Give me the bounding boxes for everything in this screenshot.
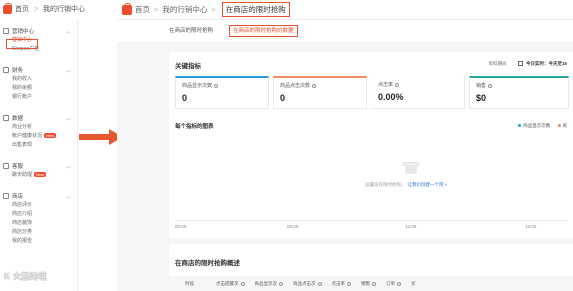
- help-icon[interactable]: [372, 281, 376, 286]
- metric-impressions[interactable]: 商品显示次数 0: [175, 76, 269, 109]
- sidebar-group-title[interactable]: 数据 ︿: [3, 113, 77, 123]
- sidebar-item-business-insights[interactable]: 商业分析: [3, 123, 77, 132]
- legend-dot: [518, 124, 522, 128]
- tab-flash-sale[interactable]: 在商店的限时抢购: [169, 25, 213, 37]
- chart-icon: [3, 115, 9, 121]
- chevron-up-icon[interactable]: ︿: [66, 163, 71, 170]
- shopee-logo-icon: [3, 2, 12, 14]
- wallet-icon: [3, 67, 9, 73]
- x-tick: 06:00: [287, 224, 299, 229]
- calendar-icon: [517, 61, 523, 67]
- sidebar-item-income[interactable]: 我的收入: [3, 75, 77, 84]
- help-icon[interactable]: [488, 83, 493, 88]
- chart-title: 每个指标的图表: [175, 124, 214, 130]
- breadcrumb-home[interactable]: 首页: [135, 4, 150, 15]
- left-breadcrumb: 首页 > 我的行销中心: [0, 0, 117, 18]
- x-tick: 00:00: [175, 224, 187, 229]
- watermark: K 大鹏跨境: [4, 272, 47, 281]
- main-screenshot-panel: 首页 > 我的行销中心 > 在商店的限时抢购 在商店的限时抢购 在商店的限时抢购…: [117, 0, 573, 291]
- sidebar-item-shop-category[interactable]: 商店分类: [3, 228, 77, 237]
- sidebar-item-bank-account[interactable]: 银行账户: [3, 93, 77, 102]
- sidebar-group-title[interactable]: 商店 ︿: [3, 191, 77, 201]
- column-header[interactable]: 商品点击次: [293, 281, 322, 287]
- metric-clicks[interactable]: 商品点击次数 0: [273, 76, 367, 109]
- help-icon[interactable]: [317, 281, 322, 286]
- left-screenshot-panel: 首页 > 我的行销中心 营销中心 ︿ 营销中心 Shopee广告 财务 ︿ 我的…: [0, 0, 117, 291]
- metric-sales[interactable]: 销售 $0: [469, 76, 569, 109]
- help-icon[interactable]: [312, 83, 317, 88]
- sidebar-item-my-reports[interactable]: 我的报告: [3, 237, 77, 246]
- sidebar-item-account-health[interactable]: 帐户健康状况 New: [3, 132, 77, 141]
- new-badge: New: [34, 172, 47, 178]
- legend-dot: [557, 124, 561, 128]
- new-badge: New: [44, 133, 57, 139]
- sidebar-item-shop-profile[interactable]: 商店介绍: [3, 210, 77, 219]
- breadcrumb-home[interactable]: 首页: [15, 6, 29, 13]
- help-icon[interactable]: [214, 83, 219, 88]
- highlight-box: [6, 39, 38, 49]
- sidebar-group-data: 数据 ︿ 商业分析 帐户健康状况 New 出售表现: [0, 113, 77, 150]
- chevron-up-icon[interactable]: ︿: [66, 193, 71, 200]
- create-flash-sale-link[interactable]: 让我们创建一个吧 »: [408, 182, 448, 187]
- sidebar-item-sales-performance[interactable]: 出售表现: [3, 141, 77, 150]
- sidebar-item-shop-rating[interactable]: 商店评价: [3, 201, 77, 210]
- column-header[interactable]: 买: [411, 281, 416, 287]
- help-icon[interactable]: [347, 281, 351, 286]
- x-tick: 18:00: [525, 224, 537, 229]
- sidebar: 营销中心 ︿ 营销中心 Shopee广告 财务 ︿ 我的收入 我的余额 银行账户…: [0, 20, 78, 291]
- breadcrumb-marketing[interactable]: 我的行销中心: [162, 4, 207, 15]
- legend-item[interactable]: 商: [563, 123, 568, 128]
- help-icon[interactable]: [279, 281, 283, 286]
- chevron-up-icon[interactable]: ︿: [66, 28, 71, 35]
- legend-item[interactable]: 商品显示次数: [523, 123, 550, 128]
- sidebar-group-title[interactable]: 财务 ︿: [3, 65, 77, 75]
- column-header[interactable]: 时段: [185, 281, 194, 287]
- column-header[interactable]: 点击提醒次: [216, 281, 245, 287]
- sidebar-item-shop-decoration[interactable]: 商店装饰: [3, 219, 77, 228]
- sidebar-group-shop: 商店 ︿ 商店评价 商店介绍 商店装饰 商店分类 我的报告: [0, 191, 77, 246]
- card-title: 在商店的限时抢购概述: [175, 260, 240, 267]
- column-header[interactable]: 销售: [361, 281, 376, 287]
- card-title: 关键指标: [175, 63, 201, 70]
- chart-x-axis: [175, 220, 567, 221]
- data-period[interactable]: 资料期间 今日实时：今天至15: [488, 61, 567, 67]
- empty-box-icon: [403, 161, 419, 175]
- column-header[interactable]: 商品显示次: [255, 281, 283, 287]
- metric-ctr[interactable]: 点击率 0.00%: [371, 76, 465, 109]
- tab-flash-sale-data[interactable]: 在商店的限时抢购的数据: [229, 25, 298, 37]
- table-header: 时段 点击提醒次 商品显示次 商品点击次 点击率 销售 订单 买: [169, 276, 573, 291]
- x-tick: 12:00: [405, 224, 417, 229]
- chevron-up-icon[interactable]: ︿: [66, 115, 71, 122]
- flash-sale-overview-card: 在商店的限时抢购概述 时段 点击提醒次 商品显示次 商品点击次 点击率 销售 订…: [169, 244, 573, 291]
- column-header[interactable]: 订单: [386, 281, 401, 287]
- column-header[interactable]: 点击率: [332, 281, 351, 287]
- empty-state-text: 设置设有限时抢购， 让我们创建一个吧 »: [365, 182, 448, 187]
- chat-icon: [3, 163, 9, 169]
- breadcrumb-current: 在商店的限时抢购: [221, 2, 290, 17]
- sidebar-item-balance[interactable]: 我的余额: [3, 84, 77, 93]
- shop-icon: [3, 193, 9, 199]
- chart-legend: 商品显示次数 商: [512, 123, 567, 129]
- sidebar-group-title[interactable]: 营销中心 ︿: [3, 26, 77, 36]
- breadcrumb-current: 我的行销中心: [43, 6, 85, 13]
- sidebar-group-title[interactable]: 客服 ︿: [3, 161, 77, 171]
- sidebar-item-chat-assistant[interactable]: 聊天助理 New: [3, 171, 77, 180]
- tab-bar: 在商店的限时抢购 在商店的限时抢购的数据: [117, 20, 573, 42]
- shopee-logo-icon: [122, 2, 132, 15]
- main-breadcrumb: 首页 > 我的行销中心 > 在商店的限时抢购: [117, 0, 573, 20]
- megaphone-icon: [3, 28, 9, 34]
- sidebar-group-service: 客服 ︿ 聊天助理 New: [0, 161, 77, 180]
- help-icon[interactable]: [395, 82, 400, 87]
- chevron-up-icon[interactable]: ︿: [66, 67, 71, 74]
- key-metrics-card: 关键指标 资料期间 今日实时：今天至15 商品显示次数 0 商品点击次数 0 点…: [169, 52, 573, 238]
- help-icon[interactable]: [240, 281, 245, 286]
- help-icon[interactable]: [397, 281, 401, 286]
- sidebar-group-finance: 财务 ︿ 我的收入 我的余额 银行账户: [0, 65, 77, 102]
